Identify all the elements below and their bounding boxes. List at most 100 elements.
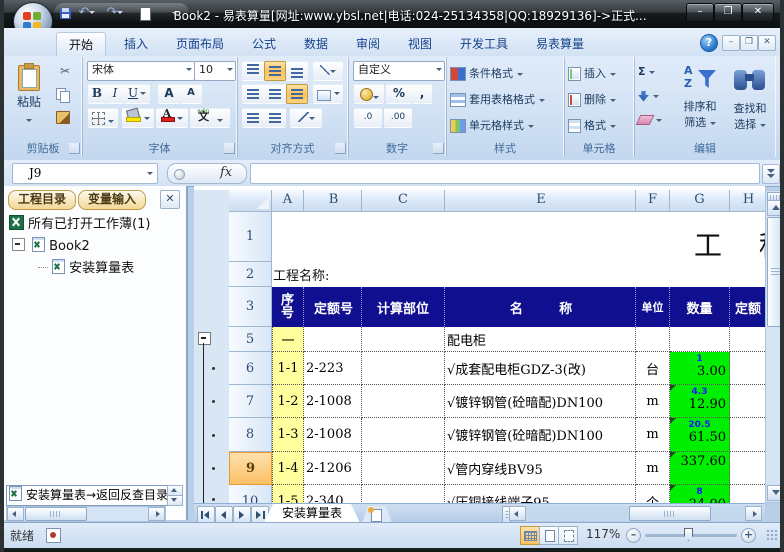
cell-row1[interactable] [272,212,765,262]
restore-button[interactable]: ❐ [714,3,742,22]
number-dialog-launcher[interactable] [433,143,444,154]
cell-calc-part[interactable] [362,385,445,418]
cell-name[interactable]: √镀锌钢管(砼暗配)DN100 [445,418,636,452]
fx-icon[interactable]: fx [220,165,232,180]
minimize-button[interactable]: – [686,3,714,22]
cell-quota-no[interactable]: 2-1008 [304,385,362,418]
copy-button[interactable] [56,87,70,106]
sheet-tab-active[interactable]: 安装算量表 [264,504,360,523]
zoom-out-button[interactable]: – [626,528,641,543]
macro-record-icon[interactable] [46,528,61,543]
cell-quota-no[interactable]: 2-1008 [304,418,362,452]
hdr-name[interactable]: 名 称 [445,287,636,327]
cell-qty[interactable]: 4.312.90 [670,385,730,418]
number-format-combo[interactable]: 自定义 [353,61,445,81]
sheet-hscrollbar[interactable] [509,506,762,521]
col-header-H[interactable]: H [730,190,765,212]
decrease-decimal-button[interactable]: .00 [384,108,412,128]
align-center-button[interactable] [264,84,286,104]
close-button[interactable]: ✕ [742,3,774,22]
tab-view[interactable]: 视图 [396,32,444,56]
cell-seq[interactable]: 1-4 [272,452,304,485]
increase-decimal-button[interactable]: .0 [354,108,382,128]
col-header-B[interactable]: B [304,190,362,212]
panel-hscroll-thumb[interactable] [25,507,87,521]
hdr-seq[interactable]: 序号 [272,287,304,327]
cell-extra[interactable] [730,418,765,452]
cell-styles-button[interactable]: 单元格样式 [450,115,534,137]
orientation-button[interactable] [313,61,343,81]
cell-unit[interactable]: m [636,385,670,418]
conditional-formatting-button[interactable]: 条件格式 [450,63,523,85]
row-header-5[interactable]: 5 [229,327,272,352]
hdr-quota[interactable]: 定额 [730,287,765,327]
save-button[interactable] [57,5,75,22]
collapse-icon[interactable] [12,238,25,251]
sheet-vscrollbar[interactable] [765,190,784,503]
sheet-hscroll-thumb[interactable] [629,506,711,521]
page-break-view-button[interactable] [558,526,578,545]
print-preview-button[interactable] [136,5,154,22]
clipboard-dialog-launcher[interactable] [69,143,80,154]
phonetic-guide-button[interactable]: wén 文 [190,108,230,128]
collapse-group-button[interactable] [198,332,211,345]
col-header-G[interactable]: G [670,190,730,212]
hdr-unit[interactable]: 单位 [636,287,670,327]
tab-developer[interactable]: 开发工具 [448,32,520,56]
row-header-8[interactable]: 8 [229,418,272,452]
col-header-C[interactable]: C [362,190,445,212]
cell-name[interactable]: √管内穿线BV95 [445,452,636,485]
cell-seq[interactable]: 一 [272,327,304,352]
cut-button[interactable]: ✂ [54,64,76,82]
first-sheet-button[interactable] [197,506,215,523]
tab-formulas[interactable]: 公式 [240,32,288,56]
cell-extra[interactable] [730,327,765,352]
cell-calc-part[interactable] [362,485,445,503]
align-left-button[interactable] [242,84,264,104]
cell-quota-no[interactable] [304,327,362,352]
cell-calc-part[interactable] [362,418,445,452]
row-header-1[interactable]: 1 [229,212,272,262]
delete-cells-button[interactable]: 删除 [568,89,616,111]
borders-button[interactable] [88,108,118,128]
cell-quota-no[interactable]: 2-223 [304,352,362,385]
fill-button[interactable] [638,85,659,107]
cell-qty[interactable]: 13.00 [670,352,730,385]
cell-name[interactable]: √镀锌钢管(砼暗配)DN100 [445,385,636,418]
vscroll-thumb[interactable] [767,217,784,327]
font-color-button[interactable]: A [156,108,188,128]
redo-button[interactable]: ↷ [106,5,124,22]
name-box[interactable]: J9 [12,163,158,184]
scroll-down-button[interactable] [767,485,784,501]
cell-extra[interactable] [730,452,765,485]
cell-seq[interactable]: 1-2 [272,385,304,418]
reverse-lookup-item[interactable]: 安装算量表→返回反查目录 [6,485,170,506]
tab-yibiao-suanliang[interactable]: 易表算量 [524,32,596,56]
cell-seq[interactable]: 1-3 [272,418,304,452]
scroll-down-spinner[interactable] [167,495,183,506]
insert-function-area[interactable]: fx [167,163,247,184]
percent-style-button[interactable]: % [386,84,412,104]
format-painter-button[interactable] [56,109,70,128]
italic-button[interactable]: I [106,84,124,104]
scroll-right-button[interactable] [745,506,762,521]
cell-name[interactable]: √压铜接线端子95 [445,485,636,503]
sort-filter-button[interactable]: A Z 排序和 筛选 [678,60,722,142]
clear-button[interactable] [638,109,662,131]
cell-qty[interactable]: 824.00 [670,485,730,503]
hdr-calc-part[interactable]: 计算部位 [362,287,445,327]
tree-item-sheet[interactable]: 安装算量表 [38,259,134,277]
cell-seq[interactable]: 1-5 [272,485,304,503]
project-catalog-button[interactable]: 工程目录 [8,190,76,210]
col-header-F[interactable]: F [636,190,670,212]
cell-unit[interactable]: 台 [636,352,670,385]
cell-unit[interactable]: m [636,418,670,452]
row-header-10[interactable]: 10 [229,485,272,503]
row-header-3[interactable]: 3 [229,287,272,327]
cell-qty[interactable]: 20.561.50 [670,418,730,452]
cell-extra[interactable] [730,385,765,418]
paste-button[interactable]: 粘贴 [9,61,49,141]
formula-input[interactable] [250,163,760,184]
row-header-9-selected[interactable]: 9 [229,452,272,485]
tree-item-book2[interactable]: Book2 [12,237,90,255]
